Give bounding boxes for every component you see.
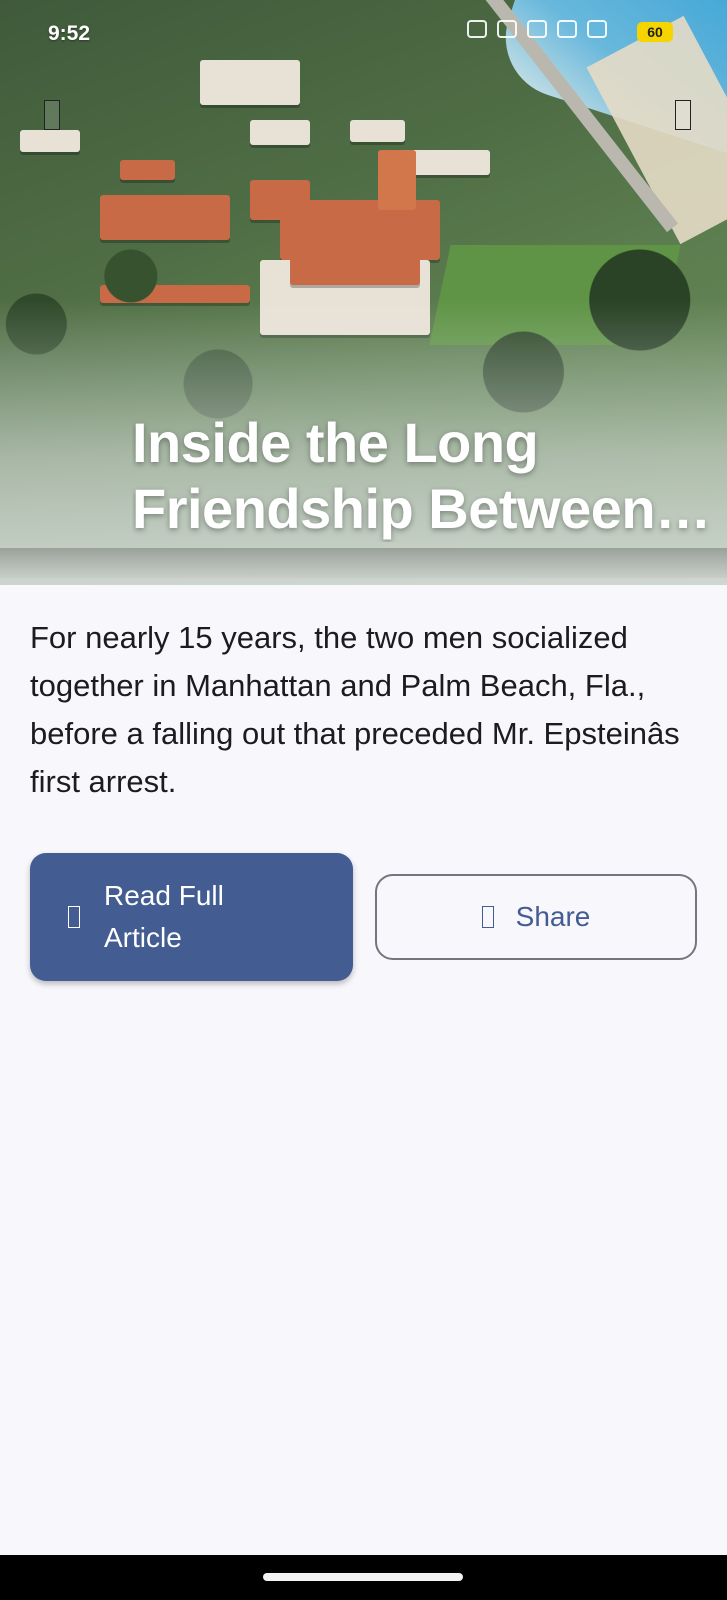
share-icon	[481, 906, 494, 928]
status-bar: 9:52 60	[0, 0, 727, 70]
article-title: Inside the Long Friendship Between T...	[132, 411, 656, 540]
article-detail-screen: 9:52 60 Inside the Long Friendship Betwe…	[0, 0, 727, 1600]
share-label: Share	[515, 901, 591, 932]
mute-icon	[497, 20, 517, 38]
nfc-icon	[467, 20, 487, 38]
article-summary: For nearly 15 years, the two men sociali…	[30, 620, 680, 799]
read-full-article-button[interactable]: Read Full Article	[30, 853, 353, 981]
wifi-icon	[557, 20, 577, 38]
system-navigation-bar	[0, 1555, 727, 1600]
read-full-article-label: Read Full Article	[104, 880, 224, 953]
call-icon	[527, 20, 547, 38]
back-icon[interactable]	[44, 100, 60, 130]
battery-icon: 60	[637, 22, 673, 42]
bookmark-icon[interactable]	[675, 100, 691, 130]
status-icons	[467, 20, 607, 38]
home-gesture-handle[interactable]	[263, 1573, 463, 1581]
share-button[interactable]: Share	[375, 874, 697, 960]
open-in-browser-icon	[68, 906, 80, 928]
signal-icon	[587, 20, 607, 38]
status-time: 9:52	[48, 22, 91, 45]
